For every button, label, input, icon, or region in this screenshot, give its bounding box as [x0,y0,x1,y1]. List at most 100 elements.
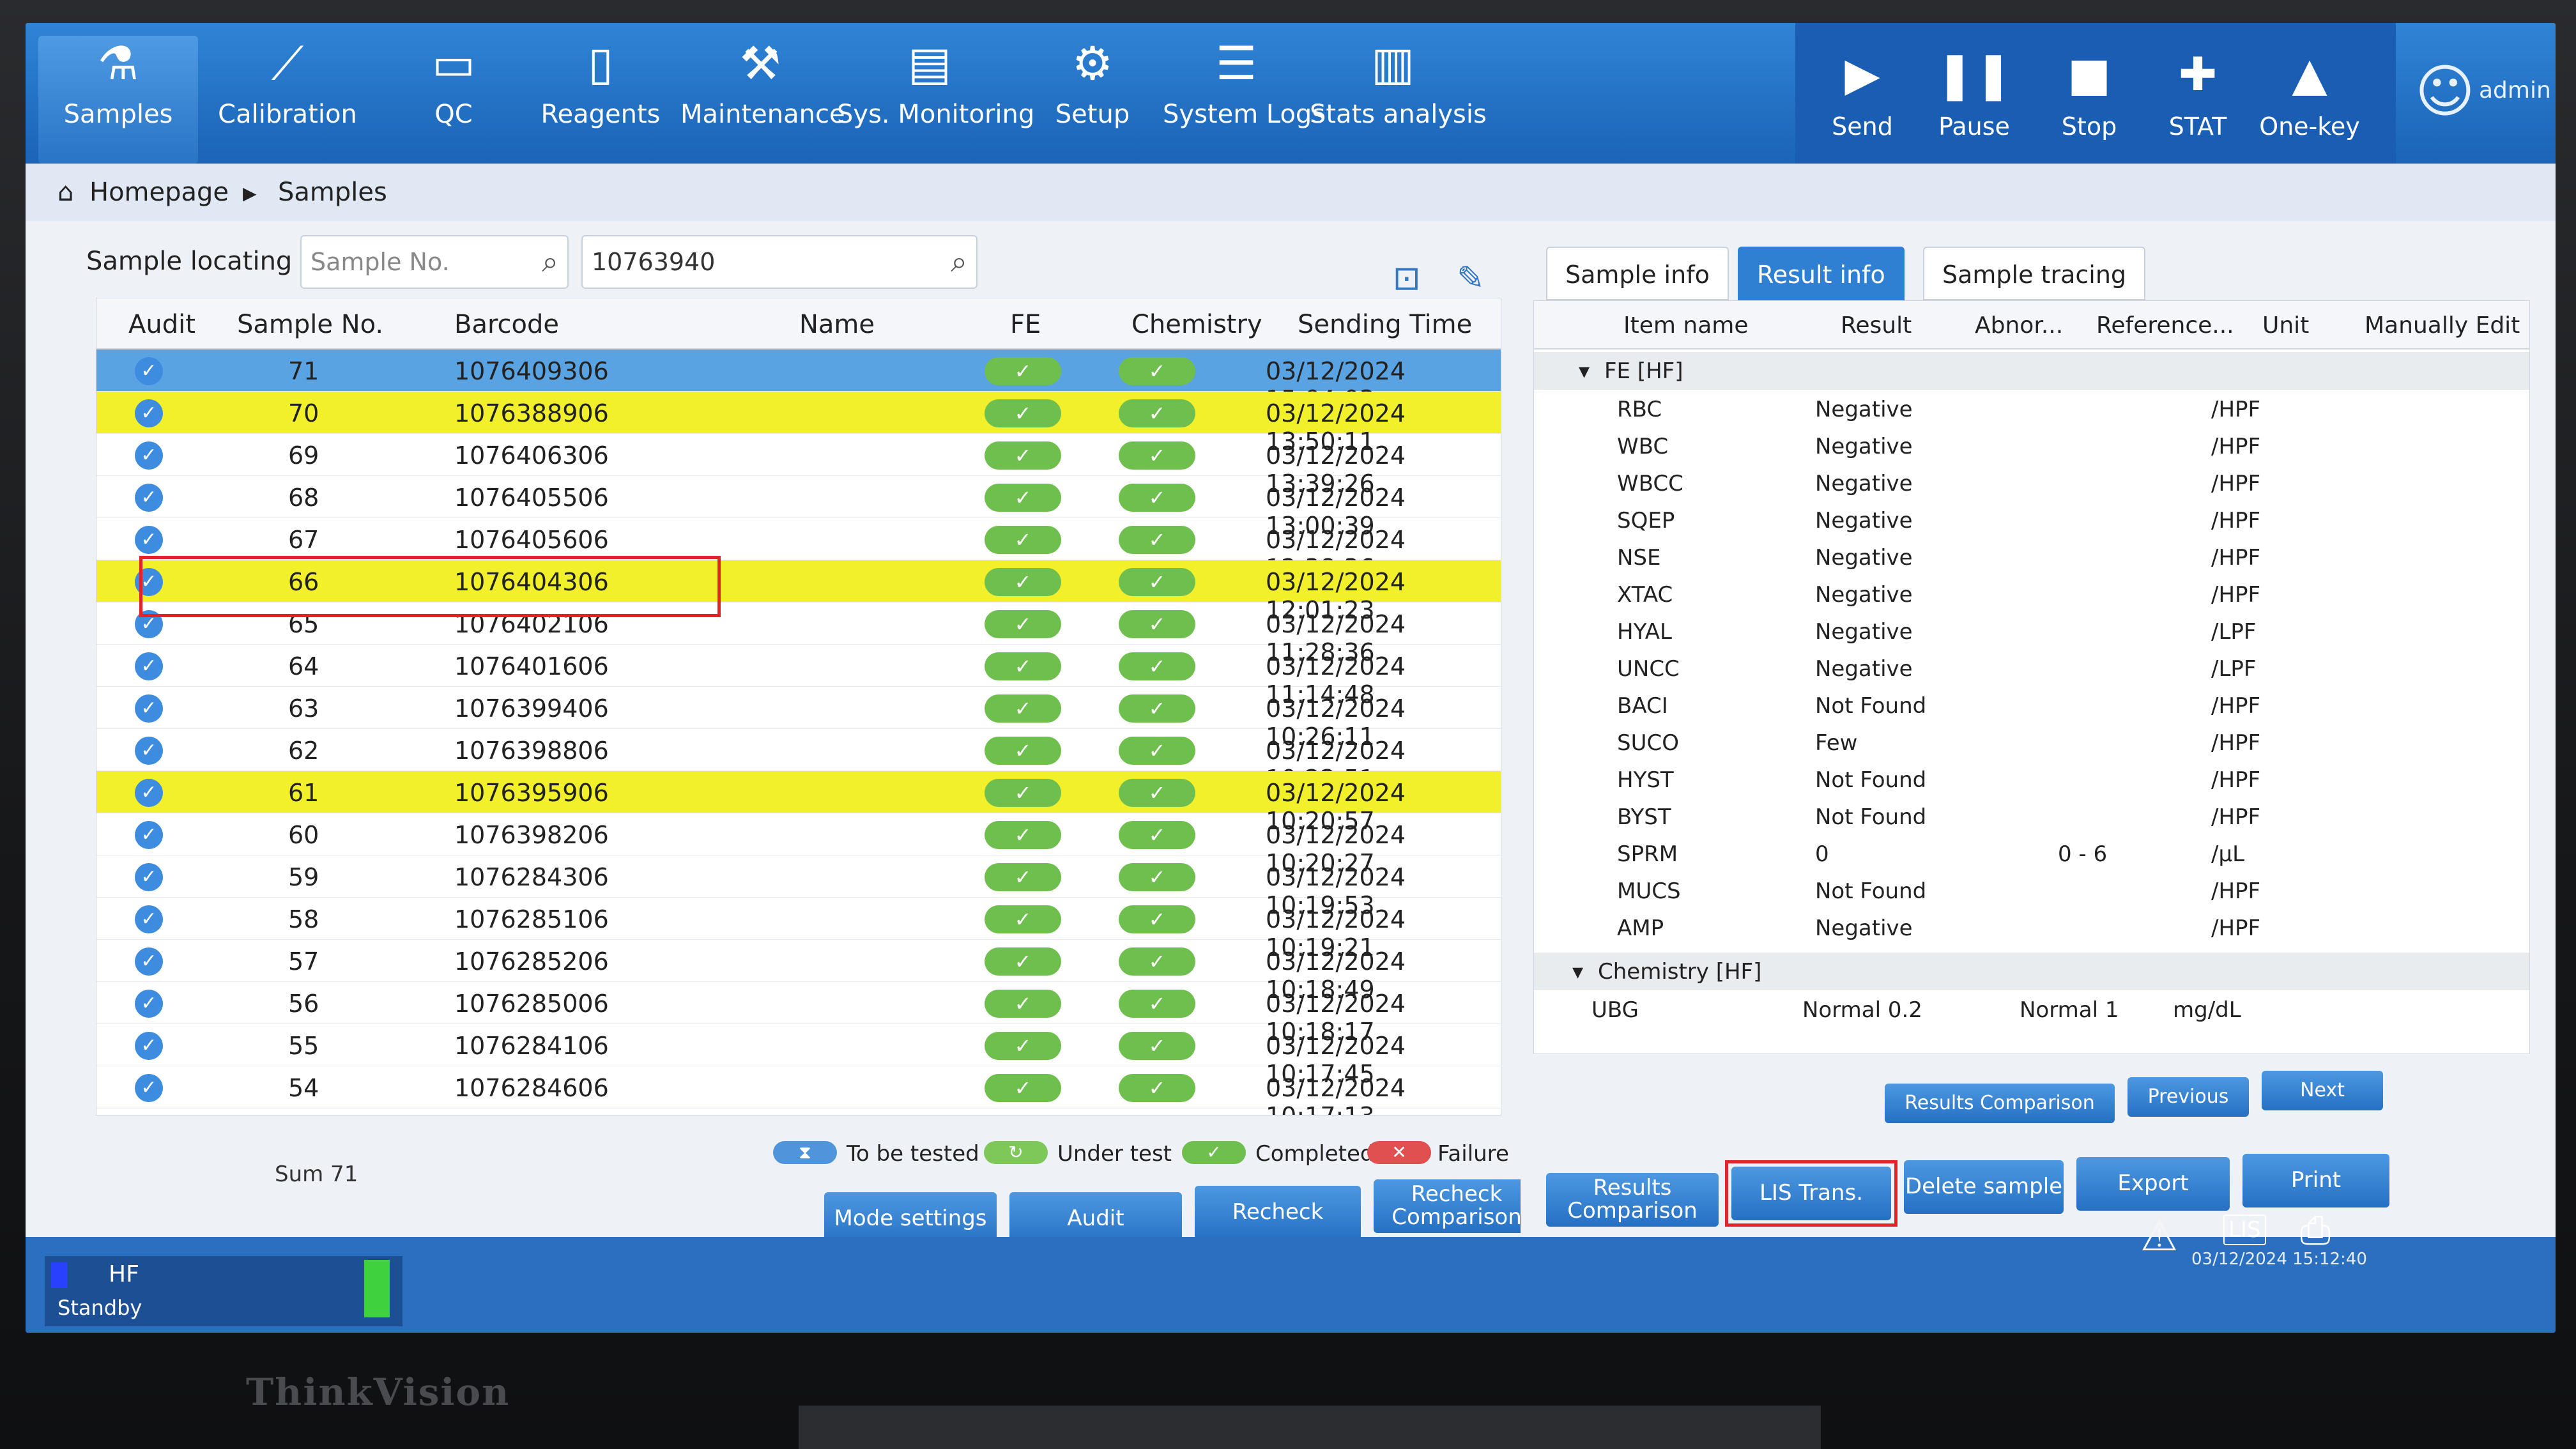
result-row[interactable]: WBCC Negative/HPF [1534,464,2529,502]
nav-calibration[interactable]: ⟋ Calibration [211,36,364,164]
result-row[interactable]: MUCS Not Found/HPF [1534,872,2529,910]
result-row[interactable]: WBC Negative/HPF [1534,427,2529,465]
audit-check-icon[interactable]: ✓ [135,1074,163,1102]
nav-maintenance[interactable]: ⚒ Maintenance [680,36,845,164]
audit-check-icon[interactable]: ✓ [135,357,163,385]
export-button[interactable]: Export [2076,1157,2230,1211]
nav-reagents[interactable]: ▯ Reagents [537,36,664,164]
lis-icon[interactable]: LIS [2223,1215,2266,1245]
recheck-button[interactable]: Recheck [1195,1186,1361,1239]
search-icon[interactable]: ⌕ [951,244,967,280]
table-row[interactable]: ✓621076398806✓✓03/12/2024 10:22:51 [96,729,1501,793]
col-name[interactable]: Name [799,310,875,339]
audit-check-icon[interactable]: ✓ [135,863,163,891]
result-group-row[interactable]: ▾ FE [HF] [1534,352,2529,390]
col-audit[interactable]: Audit [128,310,195,339]
results-comparison-top-button[interactable]: Results Comparison [1885,1084,2115,1123]
table-row[interactable]: ✓ 60 1076398206 ✓ ✓ 03/12/2024 10:20:27 [96,813,1501,877]
nav-setup[interactable]: ⚙ Setup [1048,36,1137,164]
result-row[interactable]: NSE Negative/HPF [1534,539,2529,576]
sample-no-search-input[interactable]: Sample No. ⌕ [300,235,569,289]
search-icon[interactable]: ⌕ [542,244,558,280]
table-row[interactable]: ✓671076405606✓✓03/12/2024 12:38:36 [96,518,1501,582]
audit-check-icon[interactable]: ✓ [135,694,163,723]
nav-samples[interactable]: ⚗ Samples [38,36,198,164]
result-row[interactable]: RBC Negative/HPF [1534,390,2529,428]
audit-check-icon[interactable]: ✓ [135,399,163,427]
collapse-icon[interactable]: ▾ [1579,358,1590,384]
col-sending-time[interactable]: Sending Time [1298,310,1472,339]
col-barcode[interactable]: Barcode [454,310,559,339]
fe-completed-icon: ✓ [985,863,1061,891]
search-settings-icon[interactable]: ⊡ [1393,259,1421,298]
module-status-hf[interactable]: HF Standby [45,1256,402,1326]
table-row[interactable]: ✓ 57 1076285206 ✓ ✓ 03/12/2024 10:18:49 [96,940,1501,1004]
result-row[interactable]: SPRM 0 0 - 6/µL [1534,835,2529,873]
audit-check-icon[interactable]: ✓ [135,1032,163,1060]
print-button[interactable]: Print [2242,1154,2389,1208]
table-row[interactable]: ✓ 54 1076284606 ✓ ✓ 03/12/2024 10:17:13 [96,1066,1501,1115]
result-row[interactable]: SUCO Few/HPF [1534,724,2529,762]
result-row[interactable]: HYAL Negative/LPF [1534,613,2529,650]
previous-button[interactable]: Previous [2128,1077,2249,1117]
result-row[interactable]: UNCC Negative/LPF [1534,650,2529,687]
result-row[interactable]: BYST Not Found/HPF [1534,798,2529,836]
audit-check-icon[interactable]: ✓ [135,652,163,680]
printer-icon[interactable]: ⎙ [2300,1208,2331,1253]
table-row[interactable]: ✓ 55 1076284106 ✓ ✓ 03/12/2024 10:17:45 [96,1024,1501,1088]
table-row[interactable]: ✓711076409306✓✓03/12/2024 15:04:03 [96,349,1501,413]
result-row[interactable]: UBG Normal 0.2 Normal 1 mg/dL [1534,991,2529,1029]
warning-icon[interactable]: ⚠ [2140,1211,2178,1261]
barcode-search-input[interactable]: 10763940 ⌕ [581,235,977,289]
nav-stats-analysis[interactable]: ▥ Stats analysis [1310,36,1487,164]
audit-check-icon[interactable]: ✓ [135,737,163,765]
table-row[interactable]: ✓ 64 1076401606 ✓ ✓ 03/12/2024 11:14:48 [96,645,1501,709]
send-button[interactable]: ▶ Send [1808,23,1917,164]
result-row[interactable]: XTAC Negative/HPF [1534,576,2529,613]
col-fe[interactable]: FE [1010,310,1041,339]
edit-icon[interactable]: ✎ [1457,259,1485,298]
table-row[interactable]: ✓ 69 1076406306 ✓ ✓ 03/12/2024 13:39:26 [96,434,1501,498]
user-menu[interactable]: ☺ admin [2402,23,2556,164]
audit-check-icon[interactable]: ✓ [135,526,163,554]
recheck-comparison-button[interactable]: Recheck Comparison [1374,1179,1540,1233]
tab-sample-info[interactable]: Sample info [1546,247,1729,300]
breadcrumb-home[interactable]: Homepage [89,178,229,207]
results-comparison-button[interactable]: Results Comparison [1546,1173,1719,1227]
delete-sample-button[interactable]: Delete sample [1904,1160,2064,1214]
audit-check-icon[interactable]: ✓ [135,779,163,807]
collapse-icon[interactable]: ▾ [1572,959,1583,985]
stat-button[interactable]: ✚ STAT [2143,23,2252,164]
result-row[interactable]: BACI Not Found/HPF [1534,687,2529,724]
audit-check-icon[interactable]: ✓ [135,905,163,933]
result-row[interactable]: HYST Not Found/HPF [1534,761,2529,799]
table-row[interactable]: ✓ 59 1076284306 ✓ ✓ 03/12/2024 10:19:53 [96,855,1501,919]
table-row[interactable]: ✓ 68 1076405506 ✓ ✓ 03/12/2024 13:00:39 [96,476,1501,540]
sample-no: 59 [288,863,319,891]
result-row[interactable]: SQEP Negative/HPF [1534,502,2529,539]
table-row[interactable]: ✓ 63 1076399406 ✓ ✓ 03/12/2024 10:26:11 [96,687,1501,751]
audit-check-icon[interactable]: ✓ [135,990,163,1018]
nav-system-logs[interactable]: ☰ System Logs [1163,36,1325,164]
table-row[interactable]: ✓ 61 1076395906 ✓ ✓ 03/12/2024 10:20:57 [96,771,1501,835]
col-chemistry[interactable]: Chemistry [1131,310,1262,339]
nav-qc[interactable]: ▭ QC [409,36,498,164]
result-group-row[interactable]: ▾ Chemistry [HF] [1534,953,2529,990]
audit-check-icon[interactable]: ✓ [135,947,163,976]
barcode: 1076285006 [454,990,609,1018]
nav-sys-monitoring[interactable]: ▤ Sys. Monitoring [837,36,1034,164]
one-key-button[interactable]: ▲ One-key [2255,23,2364,164]
table-row[interactable]: ✓ 70 1076388906 ✓ ✓ 03/12/2024 13:50:11 [96,392,1501,456]
table-row[interactable]: ✓ 58 1076285106 ✓ ✓ 03/12/2024 10:19:21 [96,898,1501,962]
tab-sample-tracing[interactable]: Sample tracing [1923,247,2146,300]
audit-check-icon[interactable]: ✓ [135,441,163,470]
table-row[interactable]: ✓ 56 1076285006 ✓ ✓ 03/12/2024 10:18:17 [96,982,1501,1046]
next-button[interactable]: Next [2262,1071,2383,1110]
tab-result-info[interactable]: Result info [1738,247,1905,300]
audit-check-icon[interactable]: ✓ [135,484,163,512]
pause-button[interactable]: ❚❚ Pause [1920,23,2028,164]
stop-button[interactable]: ■ Stop [2035,23,2143,164]
result-row[interactable]: AMP Negative/HPF [1534,909,2529,947]
audit-check-icon[interactable]: ✓ [135,821,163,849]
col-sample-no[interactable]: Sample No. [237,310,383,339]
